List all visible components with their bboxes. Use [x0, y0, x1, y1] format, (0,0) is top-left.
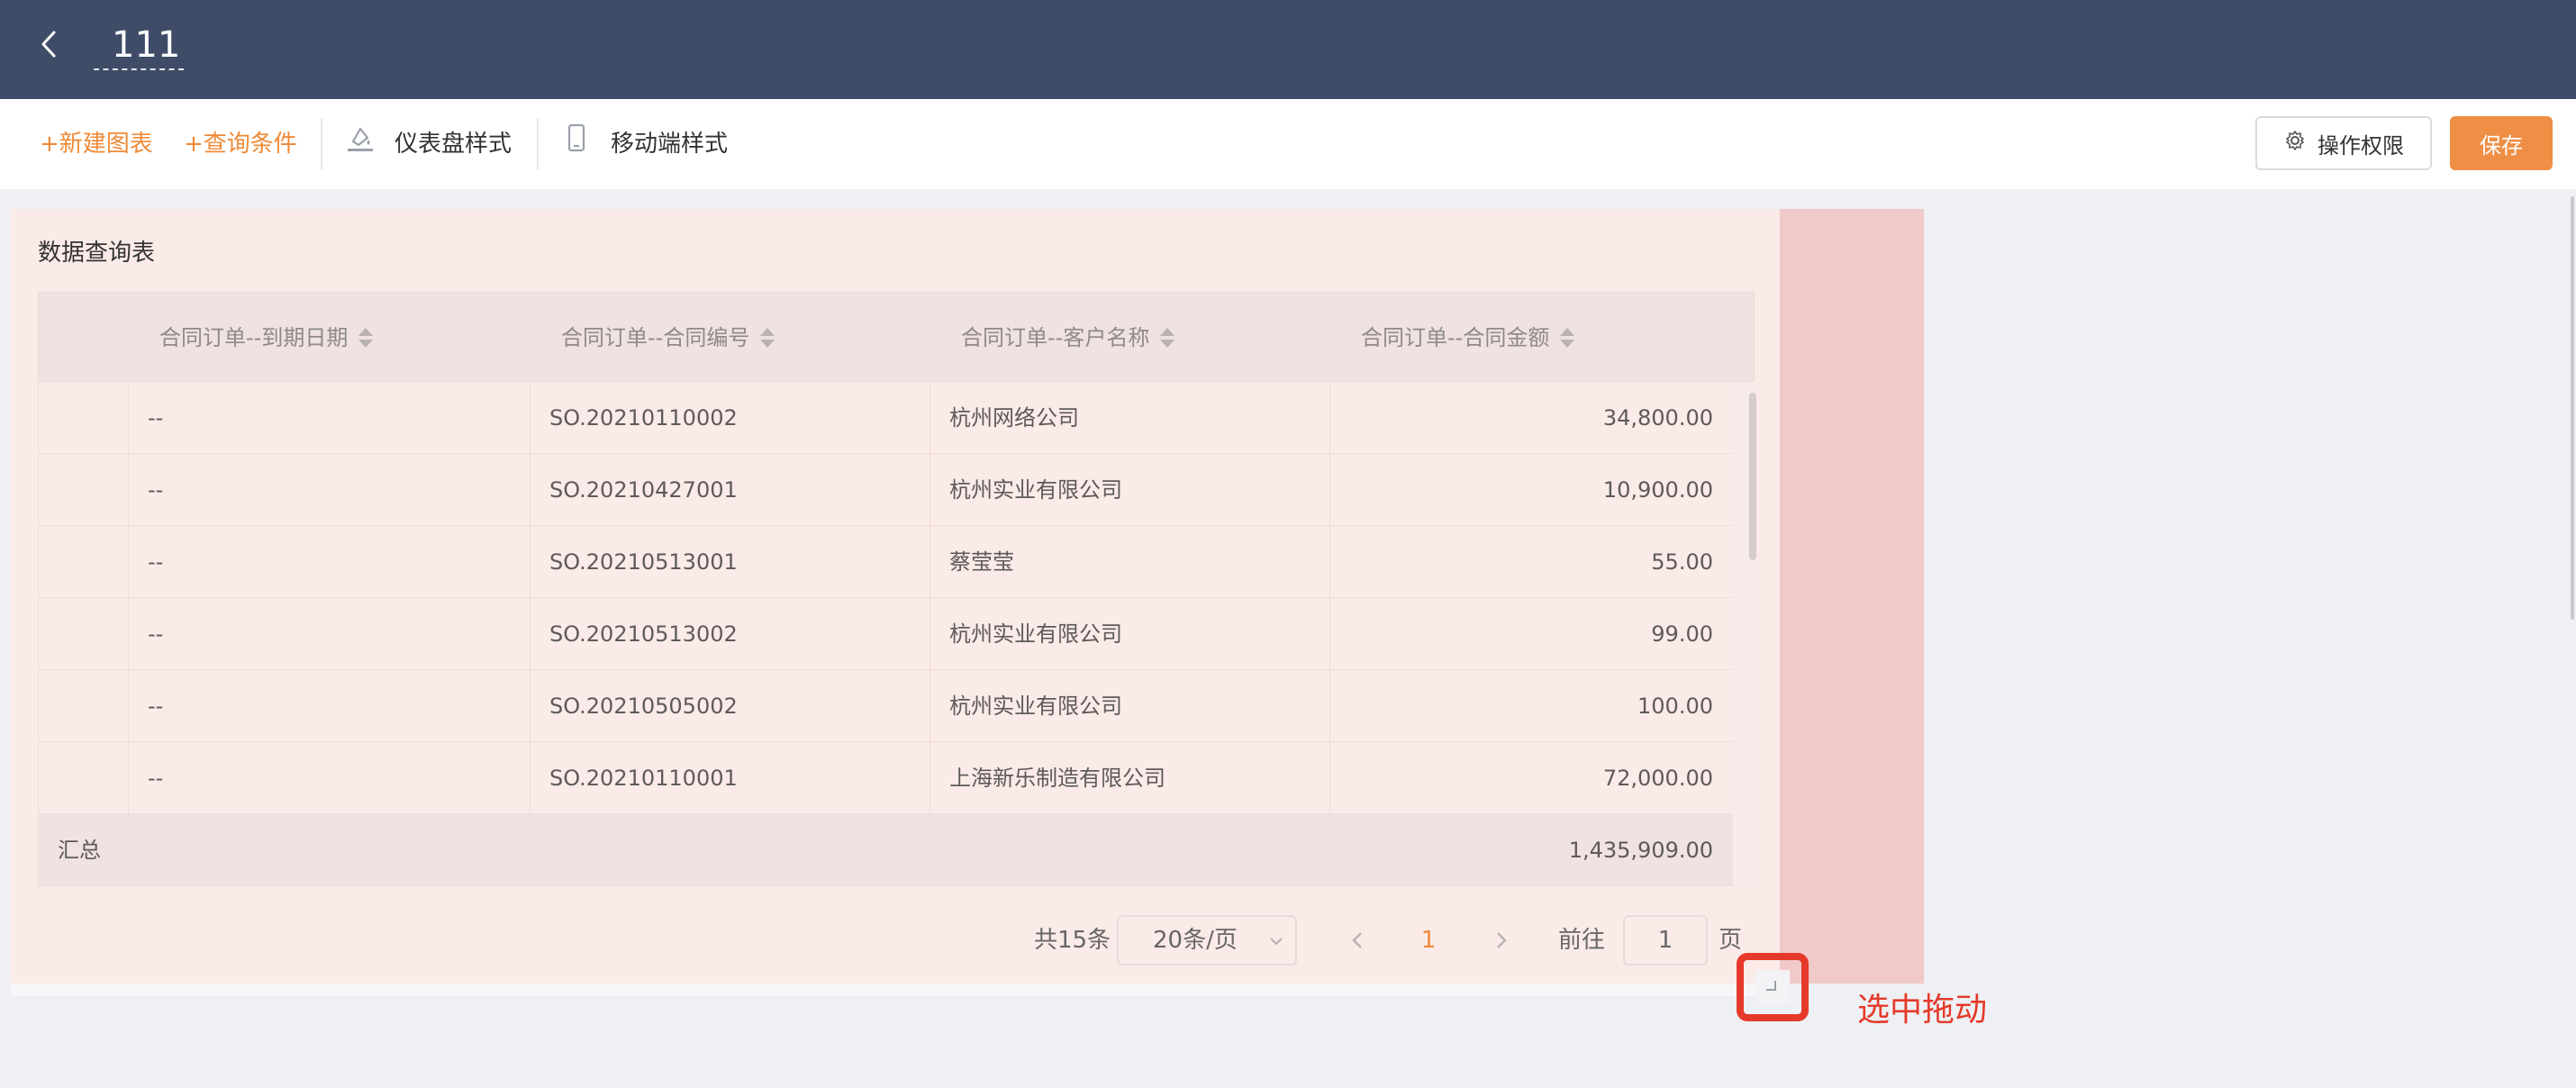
cell-amount: 72,000.00 — [1602, 766, 1713, 791]
table-row[interactable]: -- SO.20210110001 上海新乐制造有限公司 72,000.00 — [38, 742, 1733, 814]
column-header-label: 合同订单--合同金额 — [1361, 325, 1550, 350]
dashboard-style-button[interactable]: 仪表盘样式 — [344, 124, 512, 164]
cell-due-date: -- — [148, 694, 164, 719]
data-table: 合同订单--到期日期 合同订单--合同编号 合同订单--客户名称 合同订单--合… — [38, 292, 1756, 886]
table-header: 合同订单--到期日期 合同订单--合同编号 合同订单--客户名称 合同订单--合… — [38, 292, 1755, 382]
column-header-label: 合同订单--合同编号 — [561, 325, 750, 350]
grid-line — [38, 382, 39, 886]
cell-due-date: -- — [148, 405, 164, 431]
drag-annotation: 选中拖动 — [1857, 992, 1988, 1029]
grid-line — [1329, 382, 1330, 886]
page-size-select[interactable]: 20条/页 — [1117, 915, 1297, 966]
summary-amount: 1,435,909.00 — [1568, 838, 1713, 863]
table-body: -- SO.20210110002 杭州网络公司 34,800.00 -- SO… — [38, 382, 1755, 814]
cell-contract-no: SO.20210110001 — [549, 766, 738, 791]
resize-corner-icon — [1755, 970, 1790, 1004]
sort-icon[interactable] — [760, 328, 776, 348]
sort-icon[interactable] — [1160, 328, 1175, 348]
cell-contract-no: SO.20210427001 — [549, 477, 738, 503]
mobile-style-label: 移动端样式 — [611, 131, 729, 158]
table-row[interactable]: -- SO.20210427001 杭州实业有限公司 10,900.00 — [38, 454, 1733, 526]
top-header-bar: 111 — [0, 0, 2576, 99]
cell-customer: 杭州实业有限公司 — [949, 477, 1122, 503]
table-row[interactable]: -- SO.20210513002 杭州实业有限公司 99.00 — [38, 598, 1733, 670]
column-header-label: 合同订单--客户名称 — [961, 325, 1150, 350]
cell-due-date: -- — [148, 621, 164, 647]
cell-amount: 100.00 — [1637, 694, 1713, 719]
next-page-icon[interactable] — [1484, 924, 1517, 957]
permissions-label: 操作权限 — [2317, 132, 2404, 159]
cell-customer: 上海新乐制造有限公司 — [949, 766, 1166, 791]
grid-line — [128, 382, 129, 886]
cell-customer: 杭州网络公司 — [949, 405, 1079, 431]
sort-icon[interactable] — [358, 328, 374, 348]
column-header-label: 合同订单--到期日期 — [159, 325, 349, 350]
cell-due-date: -- — [148, 766, 164, 791]
cell-contract-no: SO.20210110002 — [549, 405, 738, 431]
column-header-due-date[interactable]: 合同订单--到期日期 — [159, 293, 374, 383]
cell-customer: 杭州实业有限公司 — [949, 621, 1122, 647]
table-row[interactable]: -- SO.20210110002 杭州网络公司 34,800.00 — [38, 382, 1733, 454]
prev-page-icon[interactable] — [1342, 924, 1374, 957]
cell-amount: 10,900.00 — [1602, 477, 1713, 503]
cell-amount: 34,800.00 — [1602, 405, 1713, 431]
widget-title: 数据查询表 — [38, 240, 156, 267]
mobile-phone-icon — [560, 122, 593, 167]
sort-icon[interactable] — [1560, 328, 1575, 348]
paint-bucket-icon — [344, 122, 376, 167]
summary-row: 汇总 1,435,909.00 — [38, 814, 1733, 886]
page-size-value: 20条/页 — [1153, 927, 1238, 954]
cell-customer: 蔡莹莹 — [949, 549, 1014, 575]
column-header-contract-no[interactable]: 合同订单--合同编号 — [561, 293, 776, 383]
toolbar-divider — [321, 119, 322, 169]
summary-row-gutter — [1733, 814, 1755, 886]
total-count: 共15条 — [1034, 927, 1111, 954]
mobile-style-button[interactable]: 移动端样式 — [560, 122, 729, 167]
toolbar: +新建图表 +查询条件 仪表盘样式 移动端样式 操作权限 保存 — [0, 99, 2576, 189]
save-button[interactable]: 保存 — [2450, 116, 2553, 170]
cell-amount: 55.00 — [1651, 549, 1713, 575]
cell-due-date: -- — [148, 477, 164, 503]
goto-page-input[interactable] — [1623, 915, 1708, 966]
new-chart-button[interactable]: +新建图表 — [40, 126, 153, 162]
dashboard-title[interactable]: 111 — [94, 20, 184, 70]
cell-due-date: -- — [148, 549, 164, 575]
back-arrow-icon[interactable] — [27, 22, 72, 67]
page-number-current[interactable]: 1 — [1412, 915, 1445, 966]
data-query-widget[interactable]: 数据查询表 合同订单--到期日期 合同订单--合同编号 合同订单--客户名称 合… — [11, 209, 1780, 984]
widget-bottom-edge — [11, 984, 1780, 996]
cell-amount: 99.00 — [1651, 621, 1713, 647]
dashboard-style-label: 仪表盘样式 — [395, 131, 512, 158]
permissions-button[interactable]: 操作权限 — [2255, 116, 2432, 170]
table-row[interactable]: -- SO.20210513001 蔡莹莹 55.00 — [38, 526, 1733, 598]
query-conditions-button[interactable]: +查询条件 — [184, 126, 297, 162]
pagination: 共15条 20条/页 1 前往 页 — [11, 915, 1780, 966]
selected-widget-extension — [1780, 209, 1924, 984]
table-row[interactable]: -- SO.20210505002 杭州实业有限公司 100.00 — [38, 670, 1733, 742]
resize-handle[interactable] — [1737, 953, 1809, 1021]
gear-icon — [2283, 129, 2307, 158]
table-scrollbar-thumb[interactable] — [1749, 393, 1756, 560]
cell-customer: 杭州实业有限公司 — [949, 694, 1122, 719]
page-scrollbar-thumb[interactable] — [2571, 196, 2574, 620]
cell-contract-no: SO.20210513002 — [549, 621, 738, 647]
cell-contract-no: SO.20210505002 — [549, 694, 738, 719]
grid-line — [530, 382, 531, 886]
goto-label: 前往 — [1558, 927, 1606, 954]
cell-contract-no: SO.20210513001 — [549, 549, 738, 575]
toolbar-divider — [537, 119, 539, 169]
column-header-amount[interactable]: 合同订单--合同金额 — [1361, 293, 1575, 383]
summary-label: 汇总 — [58, 838, 101, 863]
chevron-down-icon — [1270, 938, 1283, 946]
column-header-customer[interactable]: 合同订单--客户名称 — [961, 293, 1175, 383]
